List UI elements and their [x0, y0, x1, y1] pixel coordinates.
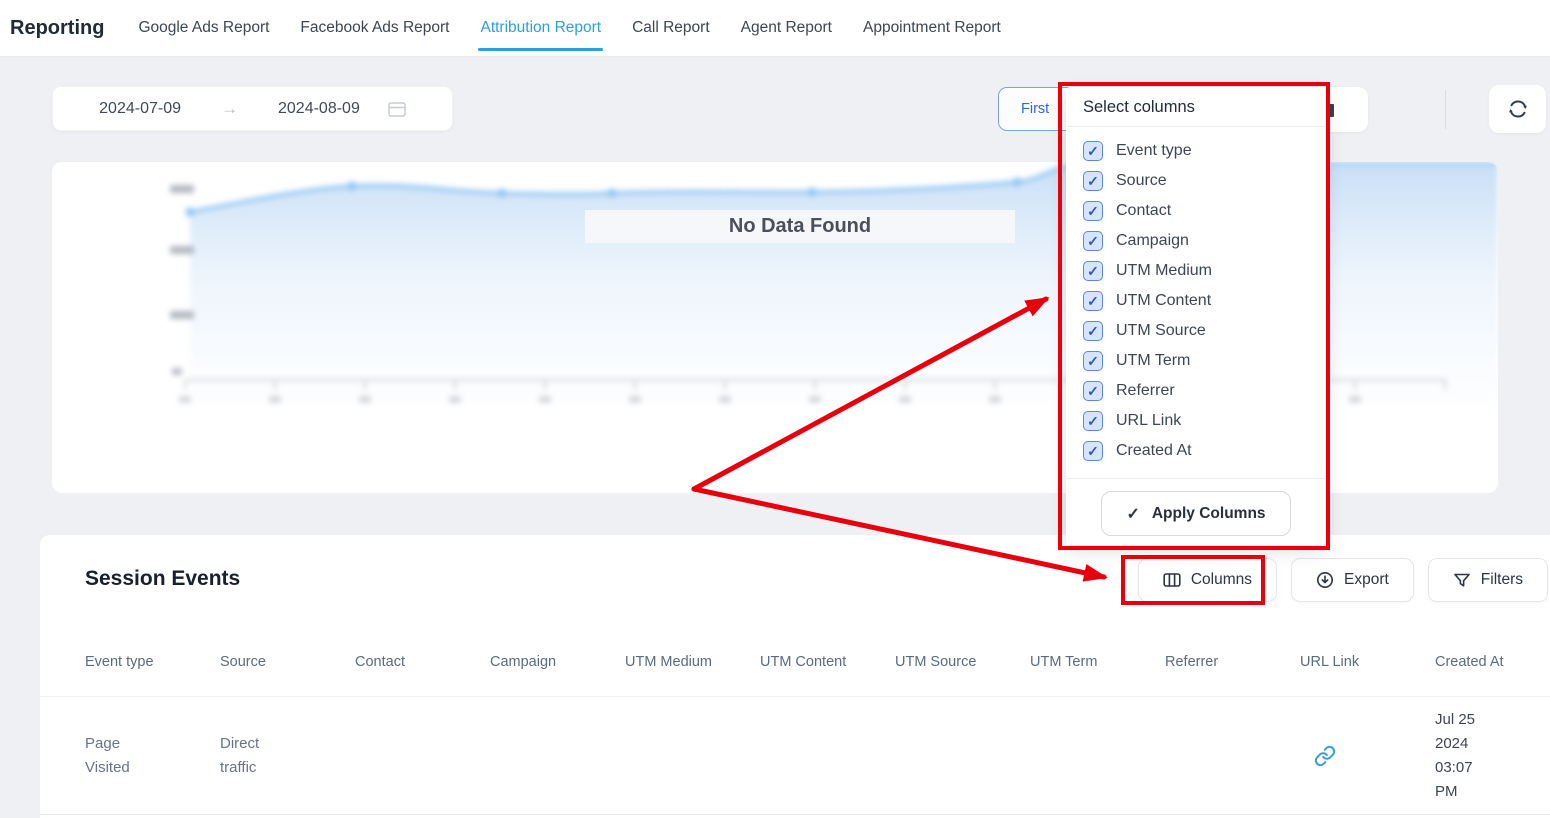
cell-created-at: Jul 25 2024 03:07 PM: [1435, 710, 1476, 800]
table-actions: Columns Export Filters: [1137, 558, 1548, 602]
refresh-button[interactable]: [1489, 85, 1546, 133]
cell-url-link: [1300, 697, 1435, 814]
header-utm-medium: UTM Medium: [625, 653, 713, 670]
cell-contact: [355, 697, 490, 814]
check-icon: ✓: [1126, 505, 1140, 523]
toolbar-divider: [1445, 90, 1446, 129]
page-title: Reporting: [10, 16, 105, 39]
header-campaign: Campaign: [490, 653, 557, 670]
cell-utm-medium: [625, 697, 760, 814]
export-download-icon: [1316, 572, 1333, 588]
dropdown-footer: ✓ Apply Columns: [1066, 478, 1326, 545]
date-start-value[interactable]: 2024-07-09: [99, 100, 181, 118]
calendar-icon[interactable]: [388, 101, 406, 117]
checkbox-checked-icon[interactable]: ✓: [1083, 141, 1103, 161]
cell-source: Direct traffic: [220, 734, 260, 776]
header-url-link: URL Link: [1300, 653, 1360, 670]
no-data-banner: No Data Found: [585, 210, 1015, 243]
option-utm-medium[interactable]: ✓ UTM Medium: [1083, 256, 1309, 286]
checkbox-checked-icon[interactable]: ✓: [1083, 201, 1103, 221]
checkbox-checked-icon[interactable]: ✓: [1083, 411, 1103, 431]
header-utm-term: UTM Term: [1030, 653, 1098, 670]
top-navbar: Reporting Google Ads Report Facebook Ads…: [0, 0, 1550, 57]
export-button-label: Export: [1343, 571, 1389, 588]
tab-appointment-report[interactable]: Appointment Report: [863, 0, 1001, 56]
tab-facebook-ads-report[interactable]: Facebook Ads Report: [300, 0, 449, 56]
cell-utm-source: [895, 697, 1030, 814]
checkbox-checked-icon[interactable]: ✓: [1083, 231, 1103, 251]
tab-google-ads-report[interactable]: Google Ads Report: [138, 0, 269, 56]
arrow-right-icon: →: [221, 98, 238, 118]
option-campaign[interactable]: ✓ Campaign: [1083, 226, 1309, 256]
session-events-card: Session Events Columns Export Filters Ev…: [40, 535, 1550, 818]
refresh-icon: [1508, 100, 1527, 118]
attribution-report-page: Reporting Google Ads Report Facebook Ads…: [0, 0, 1550, 818]
header-event-type: Event type: [85, 653, 154, 670]
checkbox-checked-icon[interactable]: ✓: [1083, 291, 1103, 311]
table-header-row: Event type Source Contact Campaign UTM M…: [40, 628, 1550, 697]
checkbox-checked-icon[interactable]: ✓: [1083, 381, 1103, 401]
cell-event-type: Page Visited: [85, 734, 130, 776]
checkbox-checked-icon[interactable]: ✓: [1083, 171, 1103, 191]
checkbox-checked-icon[interactable]: ✓: [1083, 441, 1103, 461]
report-tabs: Google Ads Report Facebook Ads Report At…: [138, 0, 1001, 56]
hidden-label-fragment: [1327, 104, 1334, 117]
option-utm-source[interactable]: ✓ UTM Source: [1083, 316, 1309, 346]
header-utm-content: UTM Content: [760, 653, 847, 670]
table-row: Page Visited Direct traffic Jul 25 2024 …: [40, 697, 1550, 815]
url-link-button[interactable]: [1314, 745, 1336, 767]
option-contact[interactable]: ✓ Contact: [1083, 196, 1309, 226]
columns-button[interactable]: Columns: [1137, 558, 1277, 602]
export-button[interactable]: Export: [1290, 558, 1414, 602]
option-created-at[interactable]: ✓ Created At: [1083, 436, 1309, 466]
cell-utm-content: [760, 697, 895, 814]
option-referrer[interactable]: ✓ Referrer: [1083, 376, 1309, 406]
cell-utm-term: [1030, 697, 1165, 814]
columns-icon: [1163, 573, 1181, 587]
filters-button[interactable]: Filters: [1427, 558, 1548, 602]
dropdown-option-list: ✓ Event type ✓ Source ✓ Contact ✓ Campaign ✓…: [1066, 127, 1326, 478]
columns-button-label: Columns: [1190, 571, 1252, 588]
filter-funnel-icon: [1453, 573, 1470, 587]
cell-referrer: [1165, 697, 1300, 814]
header-utm-source: UTM Source: [895, 653, 977, 670]
apply-columns-button[interactable]: ✓ Apply Columns: [1101, 491, 1291, 536]
header-referrer: Referrer: [1165, 653, 1219, 670]
dropdown-title: Select columns: [1066, 87, 1326, 127]
date-end-value[interactable]: 2024-08-09: [278, 100, 360, 118]
header-contact: Contact: [355, 653, 405, 670]
header-source: Source: [220, 653, 266, 670]
cell-campaign: [490, 697, 625, 814]
tab-agent-report[interactable]: Agent Report: [741, 0, 832, 56]
option-utm-term[interactable]: ✓ UTM Term: [1083, 346, 1309, 376]
session-events-title: Session Events: [85, 567, 241, 590]
link-chain-icon: [1314, 745, 1336, 766]
select-columns-dropdown: Select columns ✓ Event type ✓ Source ✓ Cont…: [1066, 87, 1326, 545]
checkbox-checked-icon[interactable]: ✓: [1083, 321, 1103, 341]
tab-call-report[interactable]: Call Report: [632, 0, 710, 56]
option-url-link[interactable]: ✓ URL Link: [1083, 406, 1309, 436]
date-range-picker[interactable]: 2024-07-09 → 2024-08-09: [52, 86, 453, 131]
apply-columns-label: Apply Columns: [1151, 504, 1266, 522]
checkbox-checked-icon[interactable]: ✓: [1083, 351, 1103, 371]
header-created-at: Created At: [1435, 653, 1504, 670]
option-event-type[interactable]: ✓ Event type: [1083, 136, 1309, 166]
filters-button-label: Filters: [1480, 571, 1523, 588]
option-utm-content[interactable]: ✓ UTM Content: [1083, 286, 1309, 316]
checkbox-checked-icon[interactable]: ✓: [1083, 261, 1103, 281]
option-source[interactable]: ✓ Source: [1083, 166, 1309, 196]
tab-attribution-report[interactable]: Attribution Report: [478, 0, 603, 56]
